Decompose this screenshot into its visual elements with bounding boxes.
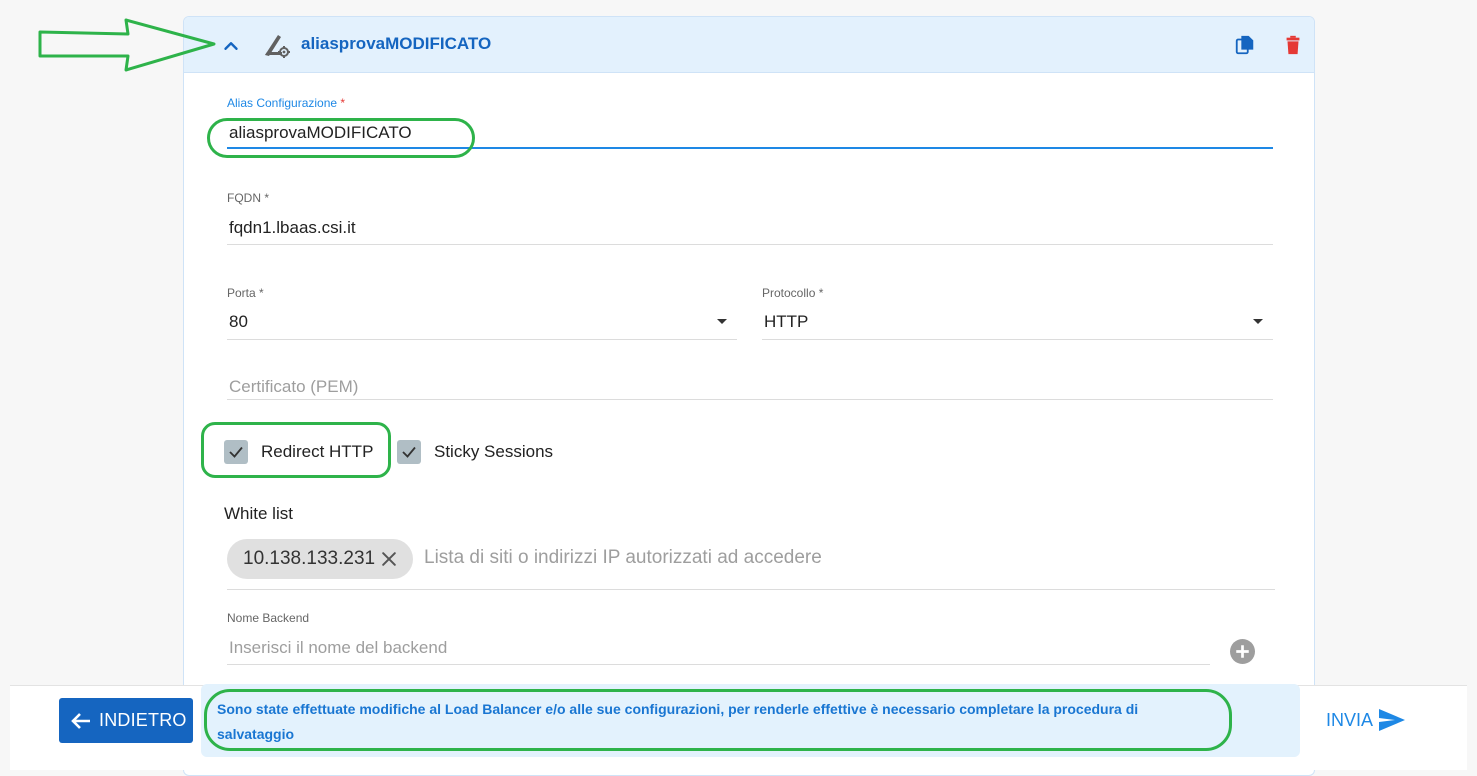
backend-underline — [227, 664, 1210, 665]
checkmark-icon — [229, 446, 243, 458]
checkmark-icon — [402, 446, 416, 458]
certificato-underline — [227, 399, 1273, 400]
backend-input[interactable] — [227, 635, 1210, 661]
protocollo-select[interactable]: Protocollo * HTTP — [762, 286, 1273, 342]
sticky-sessions-label: Sticky Sessions — [434, 442, 554, 461]
save-notice-text: Sono state effettuate modifiche al Load … — [217, 701, 1139, 742]
redirect-http-label: Redirect HTTP — [261, 442, 374, 461]
close-icon[interactable] — [379, 549, 399, 569]
save-notice: Sono state effettuate modifiche al Load … — [201, 684, 1300, 757]
sticky-sessions-checkbox-row[interactable]: Sticky Sessions — [397, 437, 553, 467]
porta-select[interactable]: Porta * 80 — [227, 286, 737, 342]
backend-field: Nome Backend — [227, 611, 1210, 667]
chevron-up-icon[interactable] — [220, 35, 242, 57]
backend-label: Nome Backend — [227, 611, 310, 625]
certificato-input[interactable] — [227, 374, 1273, 400]
arrow-left-icon — [71, 712, 90, 729]
annotation-arrow-icon — [38, 18, 216, 72]
porta-value: 80 — [229, 312, 248, 331]
redirect-http-checkbox-row[interactable]: Redirect HTTP — [224, 437, 373, 467]
certificato-field — [227, 372, 1273, 402]
porta-label: Porta * — [227, 286, 264, 300]
protocollo-underline — [762, 339, 1273, 340]
whitelist-title: White list — [224, 504, 293, 523]
alias-input[interactable] — [227, 120, 1273, 146]
alias-underline — [227, 147, 1273, 149]
add-circle-icon[interactable] — [1230, 639, 1255, 664]
send-icon — [1379, 709, 1406, 731]
alias-label: Alias Configurazione * — [227, 96, 346, 110]
back-button[interactable]: INDIETRO — [59, 698, 193, 743]
protocollo-value: HTTP — [764, 312, 809, 331]
redirect-http-checkbox[interactable] — [224, 440, 248, 464]
fqdn-label: FQDN * — [227, 191, 270, 205]
card-title: aliasprovaMODIFICATO — [301, 34, 492, 53]
alias-field: Alias Configurazione * — [227, 96, 1273, 152]
whitelist-input[interactable] — [422, 546, 1206, 570]
porta-dropdown-icon[interactable] — [717, 319, 727, 324]
fqdn-underline — [227, 244, 1273, 245]
fqdn-input[interactable] — [227, 215, 1273, 241]
back-button-label: INDIETRO — [99, 710, 187, 730]
protocollo-label: Protocollo * — [762, 286, 824, 300]
card-header[interactable]: aliasprovaMODIFICATO — [184, 17, 1314, 73]
whitelist-underline — [227, 589, 1275, 590]
whitelist-chip[interactable]: 10.138.133.231 — [227, 539, 413, 579]
protocollo-dropdown-icon[interactable] — [1253, 319, 1263, 324]
copy-icon[interactable] — [1234, 34, 1256, 56]
sticky-sessions-checkbox[interactable] — [397, 440, 421, 464]
whitelist-chip-label: 10.138.133.231 — [243, 548, 376, 569]
porta-underline — [227, 339, 737, 340]
settings-config-icon — [265, 35, 290, 58]
fqdn-field: FQDN * — [227, 191, 1273, 247]
trash-icon[interactable] — [1282, 34, 1304, 56]
send-button[interactable]: INVIA — [1318, 704, 1415, 736]
send-button-label: INVIA — [1326, 709, 1374, 730]
